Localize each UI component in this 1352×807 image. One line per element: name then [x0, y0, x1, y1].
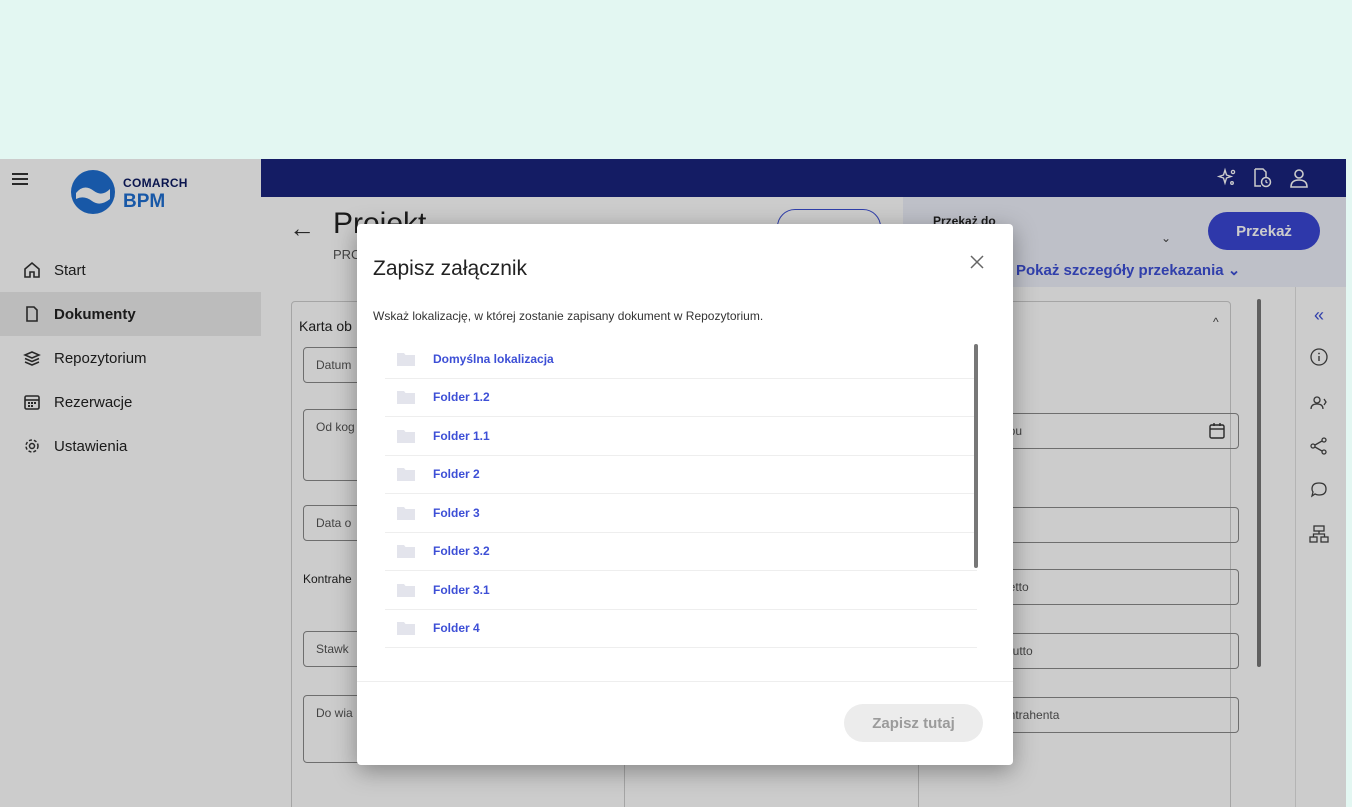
folder-item-default[interactable]: Domyślna lokalizacja — [385, 340, 977, 379]
folder-label: Folder 4 — [433, 621, 480, 636]
folder-icon — [397, 583, 415, 597]
folder-icon — [397, 391, 415, 405]
close-icon[interactable] — [967, 252, 987, 272]
folder-label: Folder 2 — [433, 467, 480, 482]
folder-icon — [397, 429, 415, 443]
folder-item-4[interactable]: Folder 4 — [385, 610, 977, 648]
dialog-description: Wskaż lokalizację, w której zostanie zap… — [373, 309, 764, 323]
folder-item-1-1[interactable]: Folder 1.1 — [385, 417, 977, 456]
folder-item-3-2[interactable]: Folder 3.2 — [385, 533, 977, 571]
folder-item-1-2[interactable]: Folder 1.2 — [385, 379, 977, 417]
folder-icon — [397, 468, 415, 482]
folder-label: Folder 3.2 — [433, 544, 490, 559]
folder-item-2[interactable]: Folder 2 — [385, 456, 977, 494]
folder-icon — [397, 545, 415, 559]
folder-item-3-1[interactable]: Folder 3.1 — [385, 571, 977, 610]
folder-list: Domyślna lokalizacja Folder 1.2 Folder 1… — [385, 340, 977, 648]
save-here-button[interactable]: Zapisz tutaj — [844, 704, 983, 742]
folder-label: Folder 1.1 — [433, 428, 490, 443]
folder-icon — [397, 352, 415, 366]
folder-icon — [397, 506, 415, 520]
folder-label: Folder 3.1 — [433, 582, 490, 597]
dialog-title: Zapisz załącznik — [373, 257, 528, 280]
folder-label: Domyślna lokalizacja — [433, 351, 554, 366]
folder-list-scrollbar[interactable] — [974, 344, 978, 568]
folder-icon — [397, 622, 415, 636]
folder-label: Folder 1.2 — [433, 390, 490, 405]
folder-label: Folder 3 — [433, 505, 480, 520]
folder-item-3[interactable]: Folder 3 — [385, 494, 977, 533]
save-attachment-dialog: Zapisz załącznik Wskaż lokalizację, w kt… — [357, 224, 1013, 765]
dialog-divider — [357, 681, 1013, 682]
